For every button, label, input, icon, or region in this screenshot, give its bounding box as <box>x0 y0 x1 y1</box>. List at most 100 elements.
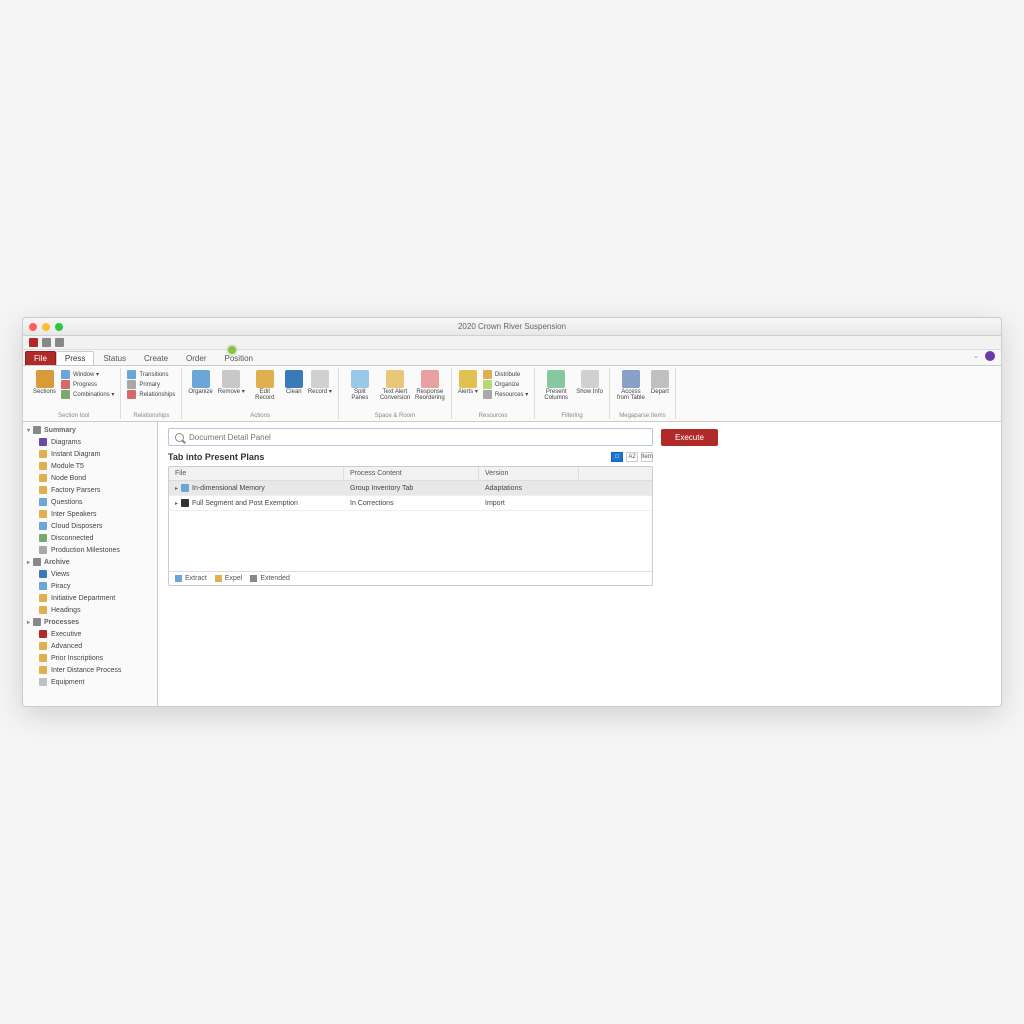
avatar[interactable] <box>985 351 995 361</box>
ribbon-button[interactable]: Combinations ▾ <box>61 390 114 399</box>
sidebar-item[interactable]: Module T5 <box>23 460 157 472</box>
sidebar-item[interactable]: Headings <box>23 604 157 616</box>
tool-a2-button[interactable]: A2 <box>626 452 638 462</box>
ribbon-label: Combinations ▾ <box>73 391 114 398</box>
ribbon-button[interactable]: Distribute <box>483 370 528 379</box>
ribbon-button[interactable]: Sections <box>33 370 56 395</box>
sidebar-item-label: Views <box>51 571 70 578</box>
cell-file: In-dimensional Memory <box>192 485 265 492</box>
ribbon-label: Transitions <box>139 372 168 378</box>
col-version[interactable]: Version <box>479 467 579 480</box>
ribbon-button[interactable]: Resources ▾ <box>483 390 528 399</box>
sidebar-item[interactable]: Cloud Disposers <box>23 520 157 532</box>
ribbon-button[interactable]: Organize <box>483 380 528 389</box>
sidebar-section[interactable]: Processes <box>23 616 157 628</box>
sidebar-item-label: Questions <box>51 499 83 506</box>
ribbon-button[interactable]: Window ▾ <box>61 370 114 379</box>
sidebar-item[interactable]: Production Milestones <box>23 544 157 556</box>
sidebar-item[interactable]: Prior Inscriptions <box>23 652 157 664</box>
ribbon-button[interactable]: Primary <box>127 380 175 389</box>
sidebar-item[interactable]: Diagrams <box>23 436 157 448</box>
tab-status[interactable]: Status <box>94 351 135 365</box>
sidebar-item-label: Factory Parsers <box>51 487 100 494</box>
ribbon-button[interactable]: Depart <box>651 370 669 395</box>
search-icon <box>175 433 184 442</box>
execute-button[interactable]: Execute <box>661 429 718 446</box>
ribbon-icon <box>651 370 669 388</box>
titlebar: 2020 Crown River Suspension <box>23 318 1001 336</box>
sidebar-item[interactable]: Executive <box>23 628 157 640</box>
sidebar-item-label: Production Milestones <box>51 547 120 554</box>
undo-icon[interactable] <box>55 338 64 347</box>
ribbon-button[interactable]: Text Alert Conversion <box>380 370 410 401</box>
tab-create[interactable]: Create <box>135 351 177 365</box>
sidebar-item[interactable]: Disconnected <box>23 532 157 544</box>
group-title: Actions <box>188 412 331 419</box>
footer-action[interactable]: Expel <box>215 575 243 582</box>
chevron-down-icon[interactable]: ⌄ <box>973 352 979 360</box>
col-content[interactable]: Process Content <box>344 467 479 480</box>
ribbon-label: Response Reordering <box>415 389 445 401</box>
sidebar-item[interactable]: Instant Diagram <box>23 448 157 460</box>
maximize-icon[interactable] <box>55 323 63 331</box>
search-box[interactable] <box>168 428 653 446</box>
ribbon-button[interactable]: Record ▾ <box>308 370 332 395</box>
ribbon-button[interactable]: Organize <box>188 370 212 395</box>
cell-version: Import <box>479 497 579 510</box>
ribbon-button[interactable]: Alerts ▾ <box>458 370 478 395</box>
sidebar-item[interactable]: Advanced <box>23 640 157 652</box>
search-input[interactable] <box>189 433 646 442</box>
ribbon-button[interactable]: Access from Table <box>616 370 646 401</box>
sidebar-item-label: Module T5 <box>51 463 84 470</box>
item-icon <box>39 510 47 518</box>
tab-press[interactable]: Press <box>56 351 94 365</box>
sidebar-item[interactable]: Questions <box>23 496 157 508</box>
ribbon-button[interactable]: Transitions <box>127 370 175 379</box>
sidebar-item[interactable]: Equipment <box>23 676 157 688</box>
sidebar-item[interactable]: Node Bond <box>23 472 157 484</box>
ribbon-button[interactable]: Clean <box>285 370 303 395</box>
sidebar-item[interactable]: Views <box>23 568 157 580</box>
table-row[interactable]: ▸Full Segment and Post ExemptionIn Corre… <box>169 496 652 511</box>
col-file[interactable]: File <box>169 467 344 480</box>
item-icon <box>39 498 47 506</box>
data-table: File Process Content Version ▸ In-dimensi… <box>168 466 653 586</box>
expand-icon[interactable]: ▸ <box>175 500 178 507</box>
footer-action[interactable]: Extended <box>250 575 290 582</box>
tab-position[interactable]: Position <box>216 351 262 365</box>
footer-action[interactable]: Extract <box>175 575 207 582</box>
sidebar-item[interactable]: Piracy <box>23 580 157 592</box>
ribbon-button[interactable]: Progress <box>61 380 114 389</box>
sidebar-item-label: Executive <box>51 631 81 638</box>
sidebar-section[interactable]: Summary <box>23 424 157 436</box>
sidebar-item[interactable]: Factory Parsers <box>23 484 157 496</box>
sidebar-item[interactable]: Inter Speakers <box>23 508 157 520</box>
minimize-icon[interactable] <box>42 323 50 331</box>
ribbon-button[interactable]: Remove ▾ <box>218 370 245 395</box>
close-icon[interactable] <box>29 323 37 331</box>
ribbon-button[interactable]: Split Panes <box>345 370 375 401</box>
ribbon-label: Sections <box>33 389 56 395</box>
ribbon-button[interactable]: Present Columns <box>541 370 571 401</box>
ribbon-label: Alerts ▾ <box>458 389 478 395</box>
item-icon <box>39 450 47 458</box>
sidebar-item[interactable]: Inter Distance Process <box>23 664 157 676</box>
tab-order[interactable]: Order <box>177 351 215 365</box>
save-icon[interactable] <box>42 338 51 347</box>
ribbon-icon <box>547 370 565 388</box>
sidebar-section[interactable]: Archive <box>23 556 157 568</box>
ribbon-button[interactable]: Edit Record <box>250 370 280 401</box>
ribbon-button[interactable]: Show Info <box>576 370 603 395</box>
ribbon-button[interactable]: Relationships <box>127 390 175 399</box>
ribbon-label: Primary <box>139 382 160 388</box>
ribbon-button[interactable]: Response Reordering <box>415 370 445 401</box>
tool-item-button[interactable]: Item <box>641 452 653 462</box>
tool-layout-button[interactable]: □ <box>611 452 623 462</box>
table-row[interactable]: ▸In-dimensional MemoryGroup Inventory Ta… <box>169 481 652 496</box>
cell-version: Adaptations <box>479 482 579 495</box>
item-icon <box>39 594 47 602</box>
sidebar-item[interactable]: Initiative Department <box>23 592 157 604</box>
expand-icon[interactable]: ▸ <box>175 485 178 492</box>
table-header: File Process Content Version <box>169 467 652 481</box>
tab-file[interactable]: File <box>25 351 56 365</box>
